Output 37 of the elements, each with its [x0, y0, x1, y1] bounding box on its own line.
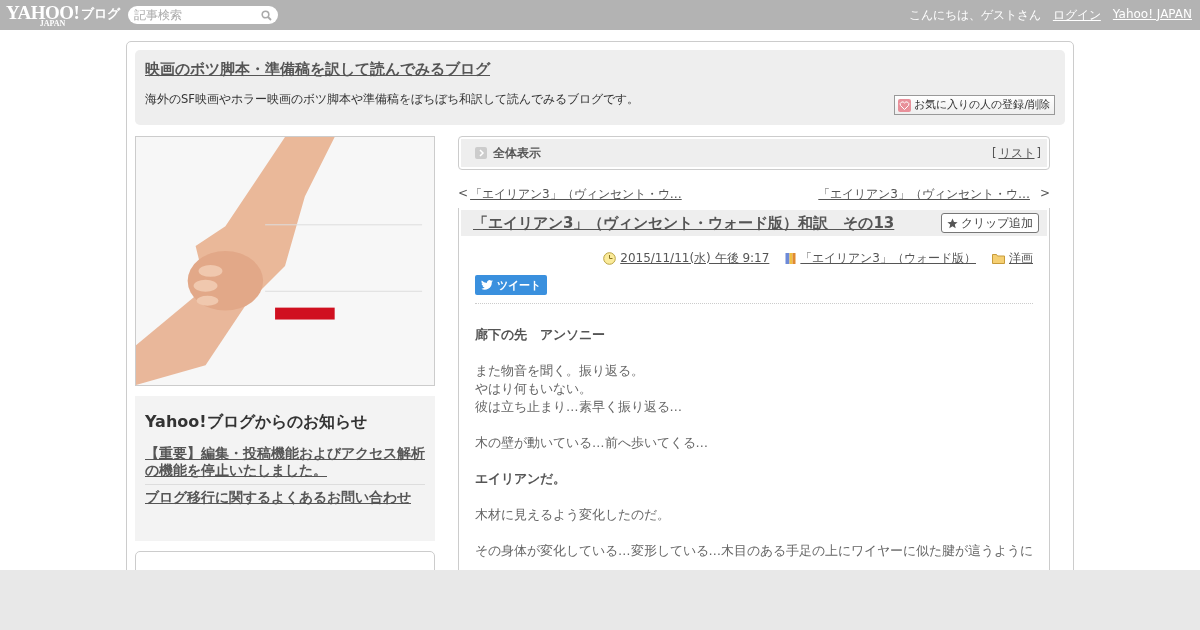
book-icon [785, 252, 797, 265]
post-date[interactable]: 2015/11/11(水) 午後 9:17 [620, 250, 770, 267]
article-paragraph: その身体が変化している…変形している…木目のある手足の上にワイヤーに似た腱が這うように [475, 542, 1033, 560]
notice-link[interactable]: 【重要】編集・投稿機能およびアクセス解析の機能を停止いたしました。 [145, 441, 425, 484]
blog-title[interactable]: 映画のボツ脚本・準備稿を訳して読んでみるブログ [145, 60, 490, 79]
blog-description: 海外のSF映画やホラー映画のボツ脚本や準備稿をぼちぼち和訳して読んでみるブログです。 [145, 92, 639, 107]
view-label: 全体表示 [493, 145, 541, 161]
star-icon [947, 217, 958, 229]
bracket: ] [1036, 145, 1041, 161]
favorite-button[interactable]: お気に入りの人の登録/削除 [894, 95, 1055, 115]
clip-button[interactable]: クリップ追加 [941, 213, 1039, 233]
article-paragraph: エイリアンだ。 [475, 470, 567, 488]
clock-icon [603, 252, 617, 265]
search-field[interactable]: 記事検索 [134, 8, 262, 22]
next-mark: > [1039, 186, 1050, 202]
bracket: [ [992, 145, 997, 161]
next-article-link[interactable]: 「エイリアン3」（ヴィンセント・ウ… [818, 186, 1030, 203]
greeting: こんにちは、ゲストさん [908, 6, 1041, 24]
article-paragraph: また物音を聞く。振り返る。 やはり何もいない。 彼は立ち止まり…素早く振り返る… [475, 362, 683, 416]
search-bar[interactable]: 記事検索 [128, 6, 279, 24]
heart-icon [898, 98, 912, 112]
article-paragraph: 廊下の先 アンソニー [475, 326, 606, 344]
article-paragraph: 木材に見えるよう変化したのだ。 [475, 506, 671, 524]
logo-subtitle: JAPAN [39, 19, 66, 28]
article-title[interactable]: 「エイリアン3」（ヴィンセント・ウォード版）和訳 その13 [473, 213, 895, 233]
bird-icon [481, 280, 493, 290]
search-icon[interactable] [261, 9, 273, 21]
notice-link[interactable]: ブログ移行に関するよくあるお問い合わせ [145, 484, 425, 511]
prev-article-link[interactable]: 「エイリアン3」（ヴィンセント・ウ… [470, 186, 682, 203]
service-name: ブログ [81, 4, 121, 23]
folder-icon [992, 253, 1005, 264]
list-link[interactable]: リスト [998, 145, 1035, 161]
category-link[interactable]: 洋画 [1009, 250, 1033, 267]
book-link[interactable]: 「エイリアン3」（ウォード版） [800, 250, 976, 267]
prev-mark: < [458, 186, 469, 202]
notice-title: Yahoo!ブログからのお知らせ [145, 412, 368, 433]
article-paragraph: 木の壁が動いている…前へ歩いてくる… [475, 434, 709, 452]
